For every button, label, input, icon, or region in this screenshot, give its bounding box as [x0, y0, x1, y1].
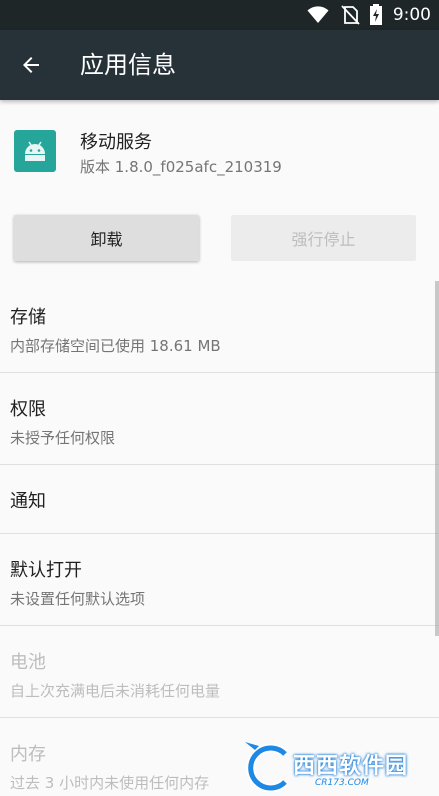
- back-button[interactable]: [8, 42, 54, 88]
- list-item-permissions[interactable]: 权限 未授予任何权限: [0, 373, 439, 465]
- battery-charging-icon: [369, 4, 382, 25]
- item-title: 权限: [10, 399, 46, 420]
- arrow-back-icon: [23, 57, 39, 73]
- page-title: 应用信息: [80, 51, 176, 79]
- item-summary: 未设置任何默认选项: [10, 590, 146, 608]
- uninstall-button[interactable]: 卸载: [14, 215, 199, 261]
- item-title: 默认打开: [10, 560, 82, 581]
- item-summary: 未授予任何权限: [10, 429, 116, 447]
- android-robot-icon: [25, 141, 45, 161]
- list-item-notifications[interactable]: 通知: [0, 465, 439, 534]
- app-header: [0, 100, 439, 200]
- item-summary: 内部存储空间已使用 18.61 MB: [10, 337, 221, 355]
- clock: 9:00: [392, 5, 431, 25]
- app-name: 移动服务: [80, 132, 152, 153]
- wifi-icon: [307, 6, 329, 23]
- android-app-icon: [14, 130, 56, 172]
- list-item-storage[interactable]: 存储 内部存储空间已使用 18.61 MB: [0, 281, 439, 373]
- item-title: 通知: [10, 491, 46, 512]
- app-bar: 应用信息: [0, 30, 439, 100]
- no-sim-icon: [341, 5, 360, 25]
- status-bar: 9:00: [0, 0, 439, 30]
- watermark-url: CR173.COM: [315, 778, 369, 788]
- item-summary: 自上次充满电后未消耗任何电量: [10, 682, 221, 700]
- status-icons: 9:00: [307, 0, 431, 30]
- watermark-title: 西西软件园: [293, 754, 409, 779]
- scrollbar[interactable]: [435, 281, 439, 636]
- settings-list: 存储 内部存储空间已使用 18.61 MB 权限 未授予任何权限 通知 默认打开…: [0, 281, 439, 796]
- force-stop-button: 强行停止: [231, 215, 416, 261]
- list-item-open-by-default[interactable]: 默认打开 未设置任何默认选项: [0, 534, 439, 626]
- watermark-text: 西西软件园 CR173.COM: [293, 748, 408, 788]
- watermark-logo-icon: [245, 742, 289, 793]
- list-item-battery: 电池 自上次充满电后未消耗任何电量: [0, 626, 439, 718]
- app-version: 版本 1.8.0_f025afc_210319: [80, 158, 282, 176]
- item-title: 存储: [10, 307, 46, 328]
- item-title: 电池: [10, 652, 46, 673]
- watermark: 西西软件园 CR173.COM: [239, 740, 439, 796]
